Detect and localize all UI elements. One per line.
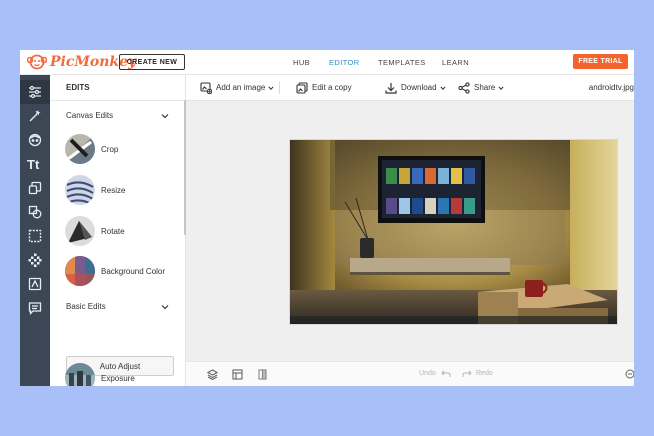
edit-copy-button[interactable]: Edit a copy bbox=[296, 75, 352, 100]
share-label: Share bbox=[474, 83, 496, 92]
rail-patterns[interactable] bbox=[20, 248, 50, 272]
free-trial-button[interactable]: FREE TRIAL bbox=[573, 54, 628, 69]
sliders-icon bbox=[29, 85, 41, 99]
redo-label[interactable]: Redo bbox=[476, 370, 493, 377]
svg-text:Tt: Tt bbox=[27, 157, 40, 171]
chevron-down-icon[interactable] bbox=[161, 112, 169, 120]
zoom-out-button[interactable] bbox=[624, 368, 634, 380]
editor-canvas[interactable] bbox=[186, 101, 634, 361]
tool-rail: Tt bbox=[20, 75, 50, 386]
crop-thumbnail bbox=[65, 134, 95, 164]
rail-frames[interactable] bbox=[20, 224, 50, 248]
edit-copy-label: Edit a copy bbox=[312, 83, 352, 92]
background-color-thumbnail bbox=[65, 256, 95, 286]
panel-title: EDITS bbox=[66, 83, 90, 92]
rail-graphics[interactable] bbox=[20, 176, 50, 200]
rail-comments[interactable] bbox=[20, 296, 50, 320]
nav-editor[interactable]: EDITOR bbox=[329, 58, 360, 67]
rail-themes[interactable] bbox=[20, 272, 50, 296]
exposure-label: Exposure bbox=[101, 373, 135, 383]
compare-icon bbox=[257, 368, 267, 380]
touch-up-icon bbox=[28, 277, 42, 291]
share-button[interactable]: Share bbox=[458, 75, 508, 100]
chevron-down-icon[interactable] bbox=[161, 303, 169, 311]
bottom-bar: Undo Redo bbox=[186, 361, 634, 386]
compare-button[interactable] bbox=[256, 368, 268, 380]
panel-divider bbox=[50, 100, 185, 101]
exposure-thumbnail bbox=[65, 363, 95, 386]
nav-templates[interactable]: TEMPLATES bbox=[378, 58, 426, 67]
toolbar-divider bbox=[279, 81, 280, 94]
layout-icon bbox=[231, 368, 243, 380]
file-name: androidtv.jpg bbox=[588, 83, 634, 92]
resize-label: Resize bbox=[101, 185, 126, 195]
pattern-icon bbox=[28, 253, 42, 267]
editor-toolbar: Add an image Edit a copy Download Share … bbox=[186, 75, 634, 101]
top-nav: PicMonkey CREATE NEW HUB EDITOR TEMPLATE… bbox=[20, 50, 634, 75]
redo-icon[interactable] bbox=[462, 370, 472, 378]
resize-thumbnail bbox=[65, 175, 95, 205]
tool-resize[interactable]: Resize bbox=[65, 174, 125, 206]
canvas-photo[interactable] bbox=[289, 139, 618, 325]
add-image-label: Add an image bbox=[216, 83, 266, 92]
canvas-layout-button[interactable] bbox=[231, 368, 243, 380]
nav-links: HUB EDITOR TEMPLATES LEARN bbox=[20, 50, 634, 74]
chevron-down-icon bbox=[498, 85, 504, 90]
nav-learn[interactable]: LEARN bbox=[442, 58, 469, 67]
rotate-thumbnail bbox=[65, 216, 95, 246]
chevron-down-icon bbox=[440, 85, 446, 90]
comments-icon bbox=[28, 302, 42, 315]
photo-image bbox=[290, 140, 617, 324]
graphics-icon bbox=[28, 181, 42, 195]
add-image-button[interactable]: Add an image bbox=[200, 75, 278, 100]
download-icon bbox=[385, 82, 397, 94]
edits-panel: EDITS Canvas Edits Crop Resize Rotate Ba… bbox=[50, 75, 186, 386]
layers-button[interactable] bbox=[206, 368, 218, 380]
crop-label: Crop bbox=[101, 144, 119, 154]
face-icon bbox=[28, 133, 42, 147]
rail-text[interactable]: Tt bbox=[20, 152, 50, 176]
download-button[interactable]: Download bbox=[385, 75, 450, 100]
nav-hub[interactable]: HUB bbox=[293, 58, 310, 67]
texture-icon bbox=[28, 205, 42, 219]
magic-wand-icon bbox=[29, 110, 41, 122]
download-label: Download bbox=[401, 83, 437, 92]
background-color-label: Background Color bbox=[101, 266, 166, 276]
canvas-edits-header[interactable]: Canvas Edits bbox=[66, 111, 113, 120]
tool-exposure[interactable]: Exposure bbox=[65, 362, 135, 386]
rail-textures[interactable] bbox=[20, 200, 50, 224]
add-image-icon bbox=[200, 81, 212, 94]
rail-effects[interactable] bbox=[20, 104, 50, 128]
app-window: PicMonkey CREATE NEW HUB EDITOR TEMPLATE… bbox=[20, 50, 634, 386]
rail-touch-up[interactable] bbox=[20, 128, 50, 152]
text-icon: Tt bbox=[27, 157, 40, 171]
layers-icon bbox=[206, 368, 218, 380]
tool-background-color[interactable]: Background Color bbox=[65, 255, 165, 287]
share-icon bbox=[458, 81, 470, 94]
undo-icon[interactable] bbox=[441, 370, 451, 378]
zoom-out-icon bbox=[625, 369, 634, 379]
tool-rotate[interactable]: Rotate bbox=[65, 215, 125, 247]
copy-icon bbox=[296, 81, 308, 94]
tool-crop[interactable]: Crop bbox=[65, 133, 118, 165]
rotate-label: Rotate bbox=[101, 226, 125, 236]
undo-label[interactable]: Undo bbox=[419, 370, 436, 377]
frame-icon bbox=[28, 229, 42, 243]
basic-edits-header[interactable]: Basic Edits bbox=[66, 302, 106, 311]
rail-edits[interactable] bbox=[20, 80, 50, 104]
chevron-down-icon bbox=[268, 85, 274, 90]
